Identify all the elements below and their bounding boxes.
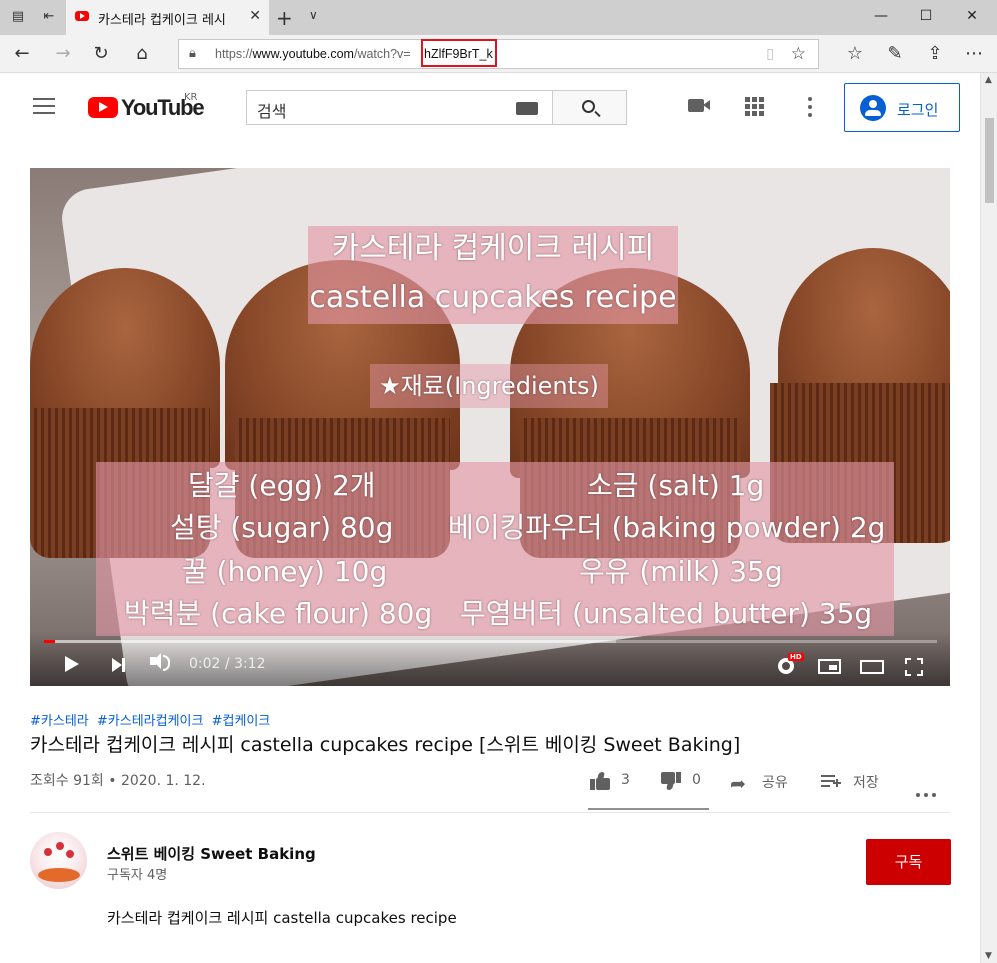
sentiment-bar	[588, 808, 709, 810]
play-icon[interactable]	[65, 656, 79, 672]
dislike-icon[interactable]	[661, 772, 681, 790]
youtube-favicon-icon	[75, 11, 89, 21]
reading-view-icon[interactable]: ▯	[766, 46, 774, 62]
video-title: 카스테라 컵케이크 레시피 castella cupcakes recipe […	[30, 734, 741, 756]
region-code: KR	[184, 92, 198, 103]
miniplayer-icon[interactable]	[818, 659, 841, 674]
create-video-icon[interactable]	[688, 99, 710, 112]
scroll-up-icon[interactable]: ▲	[985, 75, 992, 85]
channel-name[interactable]: 스위트 베이킹 Sweet Baking	[107, 843, 316, 864]
keyboard-icon[interactable]	[516, 102, 538, 115]
browser-tab-bar: ▤ ⇤ 카스테라 컵케이크 레시 ✕ + ∨ — ☐ ✕	[0, 0, 997, 35]
time-display: 0:02 / 3:12	[189, 656, 266, 672]
share-arrow-icon[interactable]: ➦	[730, 773, 746, 795]
browser-tab-active[interactable]: 카스테라 컵케이크 레시 ✕	[66, 0, 269, 35]
ingredient-right: 베이킹파우더 (baking powder) 2g	[448, 511, 886, 544]
pen-icon[interactable]: ✎	[884, 43, 906, 65]
share-icon[interactable]: ⇪	[924, 43, 946, 65]
progress-bar[interactable]	[44, 640, 937, 643]
hd-badge: HD	[788, 653, 804, 661]
browser-nav-bar: ← → ↻ ⌂ 🔒︎ https://www.youtube.com/watch…	[0, 35, 997, 73]
favorite-star-icon[interactable]: ☆	[791, 44, 806, 64]
new-tab-icon[interactable]: +	[276, 6, 293, 30]
youtube-masthead: YouTube KR 검색 로그인	[0, 73, 980, 141]
forward-icon[interactable]: →	[52, 43, 74, 65]
progress-loaded	[44, 640, 616, 643]
search-placeholder: 검색	[257, 102, 287, 121]
window-close-icon[interactable]: ✕	[962, 6, 982, 26]
more-vert-icon[interactable]	[808, 97, 814, 117]
refresh-icon[interactable]: ↻	[90, 43, 112, 65]
channel-avatar[interactable]	[30, 832, 87, 889]
share-button[interactable]: 공유	[762, 772, 788, 792]
signin-label: 로그인	[897, 101, 939, 119]
settings-more-icon[interactable]: ⋯	[963, 43, 985, 65]
divider	[30, 812, 950, 813]
ingredient-left: 달걀 (egg) 2개	[188, 469, 376, 502]
ingredient-left: 설탕 (sugar) 80g	[170, 511, 394, 544]
overlay-title-ko: 카스테라 컵케이크 레시피	[308, 226, 678, 272]
lock-icon: 🔒︎	[189, 46, 196, 61]
url-text: https://www.youtube.com/watch?v=	[215, 47, 411, 61]
save-button[interactable]: 저장	[853, 772, 879, 792]
video-player[interactable]: 카스테라 컵케이크 레시피 castella cupcakes recipe ★…	[30, 168, 950, 686]
save-playlist-icon[interactable]	[821, 775, 841, 789]
view-count-date: 조회수 91회 • 2020. 1. 12.	[30, 773, 206, 789]
next-video-icon[interactable]	[112, 658, 125, 672]
progress-played	[44, 640, 55, 643]
like-count[interactable]: 3	[621, 772, 630, 788]
signin-button[interactable]: 로그인	[844, 83, 960, 132]
subscribe-button[interactable]: 구독	[866, 839, 951, 885]
home-icon[interactable]: ⌂	[131, 43, 153, 65]
tab-close-icon[interactable]: ✕	[249, 8, 261, 24]
subscriber-count: 구독자 4명	[107, 868, 168, 883]
hashtags: #카스테라 #카스테라컵케이크 #컵케이크	[30, 710, 274, 729]
youtube-play-logo-icon	[88, 97, 118, 118]
video-actions: 3 0 ➦ 공유 저장	[588, 766, 950, 810]
tab-actions-icon[interactable]: ▤	[9, 8, 27, 26]
volume-icon[interactable]	[150, 653, 170, 671]
account-icon	[860, 95, 886, 121]
hashtag-link[interactable]: #카스테라	[30, 714, 89, 729]
hashtag-link[interactable]: #컵케이크	[212, 714, 271, 729]
scroll-down-icon[interactable]: ▼	[985, 951, 992, 961]
back-icon[interactable]: ←	[11, 43, 33, 65]
overlay-ingredients-heading: ★재료(Ingredients)	[370, 364, 608, 408]
tab-list-chevron-icon[interactable]: ∨	[309, 8, 318, 22]
hashtag-link[interactable]: #카스테라컵케이크	[97, 714, 204, 729]
ingredient-left: 박력분 (cake flour) 80g	[124, 597, 433, 630]
ingredient-left: 꿀 (honey) 10g	[182, 555, 388, 588]
more-actions-icon[interactable]	[916, 782, 940, 801]
set-tabs-aside-icon[interactable]: ⇤	[40, 8, 58, 26]
description-line: 카스테라 컵케이크 레시피 castella cupcakes recipe	[107, 909, 457, 927]
player-controls: 0:02 / 3:12 HD	[30, 632, 950, 686]
theater-mode-icon[interactable]	[860, 660, 884, 674]
favorites-list-icon[interactable]: ☆	[844, 43, 866, 65]
tab-title: 카스테라 컵케이크 레시	[98, 13, 226, 28]
search-icon	[582, 100, 595, 113]
scrollbar-thumb[interactable]	[985, 118, 994, 203]
ingredient-right: 무염버터 (unsalted butter) 35g	[460, 597, 873, 630]
guide-menu-icon[interactable]	[33, 98, 55, 119]
ingredient-right: 우유 (milk) 35g	[579, 555, 783, 588]
like-icon[interactable]	[590, 772, 610, 790]
dislike-count[interactable]: 0	[692, 772, 701, 788]
maximize-icon[interactable]: ☐	[916, 6, 936, 26]
search-button[interactable]	[552, 90, 627, 125]
url-video-id-highlight: hZlfF9BrT_k	[421, 39, 497, 67]
apps-grid-icon[interactable]	[745, 97, 765, 117]
overlay-title-en: castella cupcakes recipe	[308, 272, 678, 324]
address-bar[interactable]: 🔒︎ https://www.youtube.com/watch?v= hZlf…	[178, 39, 819, 69]
fullscreen-icon[interactable]	[905, 658, 923, 676]
search-input[interactable]: 검색	[246, 90, 552, 125]
minimize-icon[interactable]: —	[871, 6, 891, 26]
ingredient-right: 소금 (salt) 1g	[587, 469, 765, 502]
vertical-scrollbar[interactable]: ▲ ▼	[980, 73, 997, 963]
